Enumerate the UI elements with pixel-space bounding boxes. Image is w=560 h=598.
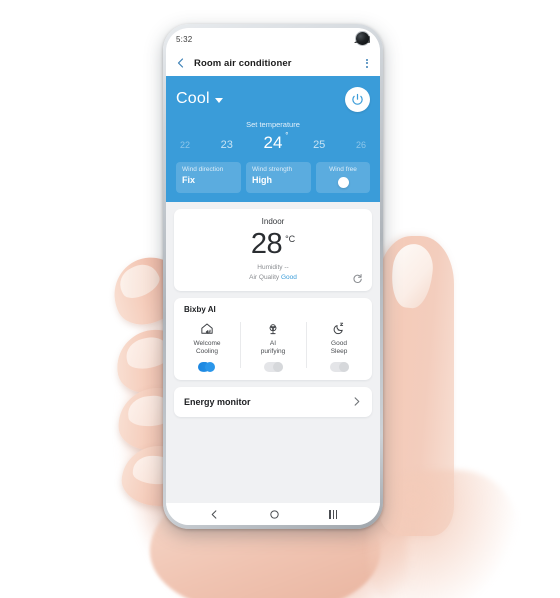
wind-free-toggle-knob[interactable]: [337, 177, 349, 189]
bixby-feature-grid: Welcome Cooling AI purifying Good Sleep: [174, 320, 372, 372]
front-camera-punch-hole: [356, 32, 369, 45]
bixby-label-good-sleep: Good Sleep: [331, 340, 348, 356]
wind-controls-row: Wind direction Fix Wind strength High Wi…: [176, 162, 370, 194]
back-chevron-icon[interactable]: [175, 57, 187, 69]
selected-temp-value: 24: [263, 133, 283, 152]
air-quality-label: Air Quality: [249, 273, 280, 281]
set-temperature-label: Set temperature: [246, 120, 300, 129]
chevron-right-icon: [354, 397, 360, 407]
wind-direction-button[interactable]: Wind direction Fix: [176, 162, 241, 194]
bixby-label-line1: Good: [331, 339, 347, 347]
indoor-status-card: Indoor 28 °C Humidity -- Air Quality Goo…: [174, 209, 372, 291]
air-purify-fan-icon: [269, 323, 277, 334]
android-nav-bar: [166, 503, 380, 525]
mode-row: Cool: [176, 84, 370, 114]
chevron-down-icon: [214, 98, 223, 103]
temp-option-26[interactable]: 26: [356, 140, 366, 150]
air-quality-value: Good: [280, 273, 297, 281]
humidity-label: Humidity: [257, 264, 283, 272]
bixby-item-welcome-cooling[interactable]: Welcome Cooling: [174, 320, 240, 372]
wind-strength-value: High: [252, 175, 272, 186]
bixby-label-line1: AI: [269, 339, 277, 347]
nav-home-icon[interactable]: [269, 509, 280, 520]
status-bar-clock: 5:32: [176, 34, 193, 44]
wind-free-label: Wind free: [329, 166, 357, 173]
power-icon: [352, 93, 363, 105]
screenshot-stage: 5:32 Room air conditioner Cool Set tempe…: [0, 0, 560, 598]
power-button[interactable]: [345, 86, 370, 112]
toggle-welcome-cooling[interactable]: [197, 361, 217, 372]
bixby-label-welcome-cooling: Welcome Cooling: [194, 340, 221, 356]
energy-monitor-row[interactable]: Energy monitor: [174, 386, 372, 417]
phone-screen: 5:32 Room air conditioner Cool Set tempe…: [166, 28, 380, 525]
temp-option-24-selected[interactable]: 24 °: [263, 131, 289, 153]
toggle-knob: [272, 361, 283, 372]
refresh-icon[interactable]: [352, 273, 363, 284]
nav-back-icon[interactable]: [209, 509, 220, 520]
wind-free-toggle-button[interactable]: Wind free: [316, 162, 370, 194]
indoor-temperature-value: 28: [250, 228, 283, 261]
bixby-item-good-sleep[interactable]: Good Sleep: [306, 320, 372, 372]
wind-strength-button[interactable]: Wind strength High: [246, 162, 311, 194]
toggle-good-sleep[interactable]: [329, 361, 349, 372]
mode-selector[interactable]: Cool: [176, 90, 223, 108]
thumb: [378, 236, 454, 536]
thumbnail: [388, 242, 436, 310]
bixby-label-ai-purifying: AI purifying: [261, 340, 286, 356]
page-title: Room air conditioner: [194, 57, 292, 69]
energy-monitor-label: Energy monitor: [184, 396, 251, 407]
content-area: Indoor 28 °C Humidity -- Air Quality Goo…: [166, 202, 380, 503]
ac-control-panel: Cool Set temperature 22 23 24 ° 25 26 Wi…: [166, 76, 380, 203]
status-bar: 5:32: [166, 28, 380, 50]
fingernail-index: [114, 258, 164, 304]
thumb-web: [368, 470, 518, 598]
indoor-temperature-unit: °C: [285, 234, 296, 245]
toggle-ai-purifying[interactable]: [263, 361, 283, 372]
toggle-knob: [338, 361, 349, 372]
bixby-card-title: Bixby AI: [184, 304, 216, 314]
wind-direction-label: Wind direction: [182, 166, 224, 173]
kebab-menu-icon[interactable]: [363, 57, 371, 70]
home-arrow-icon: [201, 323, 213, 334]
toggle-knob: [204, 361, 215, 372]
wind-direction-value: Fix: [182, 175, 196, 186]
moon-sleep-icon: [333, 322, 344, 334]
smartphone-device: 5:32 Room air conditioner Cool Set tempe…: [163, 24, 383, 529]
temp-option-22[interactable]: 22: [180, 140, 190, 150]
bixby-label-line1: Welcome: [193, 339, 221, 347]
bixby-label-line2: Sleep: [330, 347, 348, 355]
app-bar: Room air conditioner: [166, 50, 380, 76]
nav-recents-icon[interactable]: [329, 509, 338, 519]
bixby-item-ai-purifying[interactable]: AI purifying: [240, 320, 306, 372]
mode-label: Cool: [176, 90, 210, 107]
air-quality-row: Air Quality Good: [184, 274, 362, 281]
bixby-label-line2: Cooling: [195, 347, 219, 355]
temperature-scale[interactable]: 22 23 24 ° 25 26: [176, 130, 370, 153]
indoor-card-title: Indoor: [261, 217, 285, 227]
bixby-ai-card: Bixby AI Welcome Cooling AI purifying Go…: [174, 297, 372, 380]
humidity-value: --: [284, 264, 289, 272]
indoor-temperature-readout: 28 °C: [184, 228, 362, 261]
humidity-row: Humidity --: [184, 264, 362, 271]
temp-option-25[interactable]: 25: [313, 139, 325, 151]
bixby-label-line2: purifying: [260, 347, 286, 355]
temp-option-23[interactable]: 23: [221, 139, 233, 151]
degree-symbol: °: [285, 131, 289, 140]
wind-strength-label: Wind strength: [252, 166, 293, 173]
